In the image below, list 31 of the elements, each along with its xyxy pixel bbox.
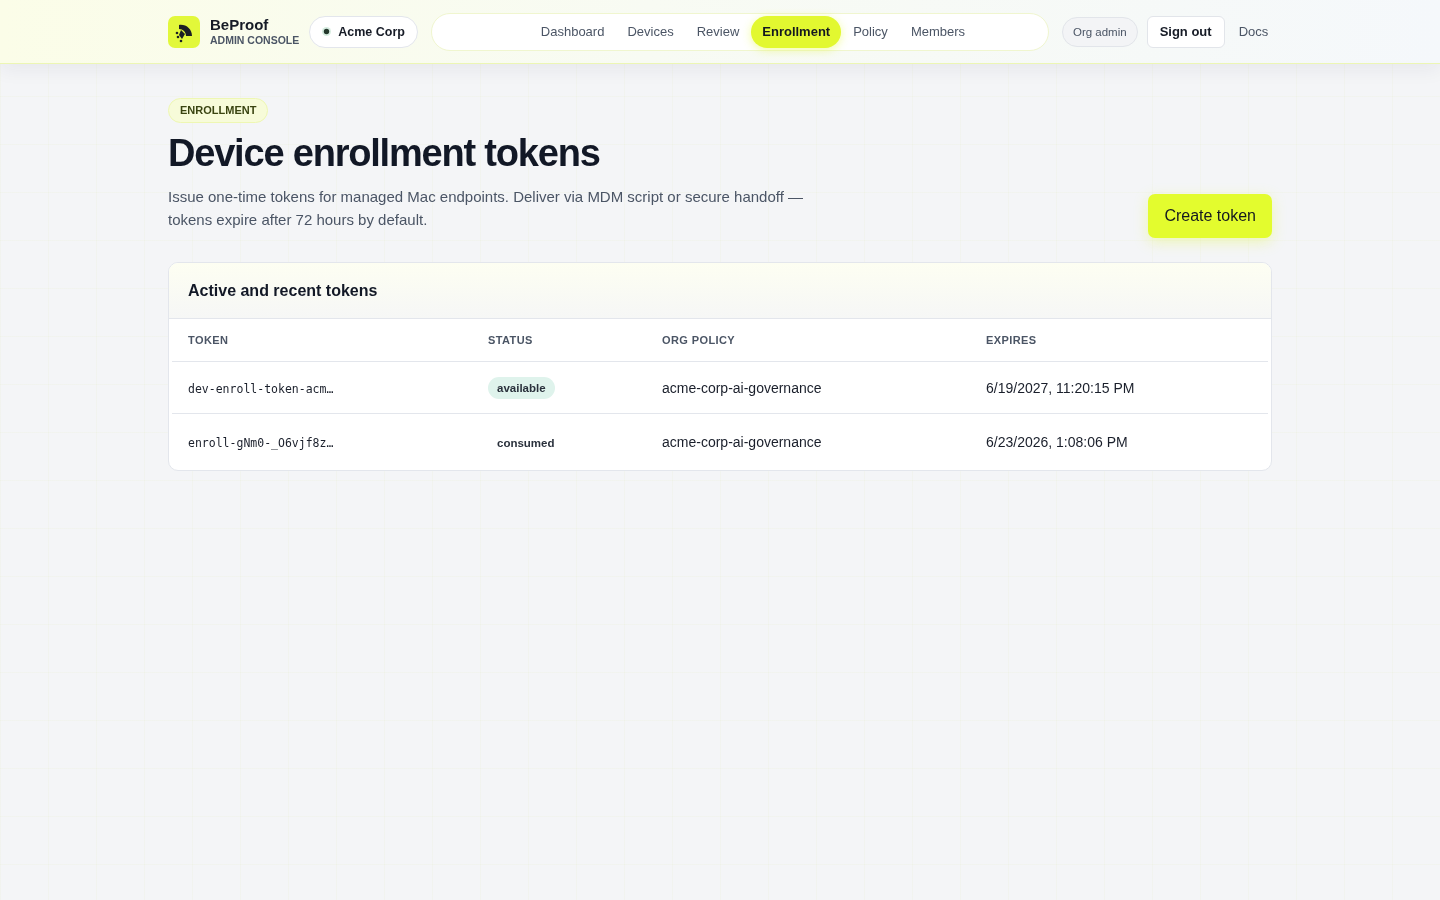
brand-subtitle: ADMIN CONSOLE: [210, 33, 300, 47]
nav-tab[interactable]: Policy: [842, 15, 899, 48]
page-description: Issue one-time tokens for managed Mac endpoints. Deliver via MDM script or secure handoff — tokens expire after 72 hours by default.: [168, 187, 804, 230]
policy-cell: acme-corp-ai-governance: [662, 379, 822, 396]
section-badge: ENROLLMENT: [168, 98, 269, 123]
nav-tab[interactable]: Review: [685, 15, 751, 48]
nav-tab[interactable]: Enrollment: [751, 15, 842, 48]
policy-cell: acme-corp-ai-governance: [662, 434, 822, 450]
nav-tab[interactable]: Dashboard: [529, 15, 616, 48]
column-header: ORG POLICY: [662, 334, 736, 346]
page-title: Device enrollment tokens: [168, 131, 600, 175]
status-dot-icon: [322, 27, 332, 36]
token-cell: enroll-gNm0-_O6vjf8z…: [188, 436, 334, 450]
nav-tab[interactable]: Devices: [616, 15, 685, 48]
sign-out-button[interactable]: Sign out: [1146, 15, 1225, 48]
logo-icon: [168, 15, 200, 48]
docs-link[interactable]: Docs: [1238, 24, 1269, 39]
column-header: EXPIRES: [986, 334, 1037, 346]
create-token-button[interactable]: Create token: [1148, 194, 1272, 238]
brand-name: BeProof: [210, 16, 269, 33]
card-title: Active and recent tokens: [188, 281, 378, 300]
nav-tab[interactable]: Members: [899, 15, 977, 48]
role-badge: Org admin: [1061, 16, 1138, 47]
status-badge: available: [488, 376, 555, 399]
token-cell: dev-enroll-token-acm…: [188, 381, 334, 396]
expires-cell: 6/19/2027, 11:20:15 PM: [986, 379, 1135, 396]
column-header: STATUS: [488, 334, 533, 346]
org-switcher[interactable]: Acme Corp: [309, 15, 418, 48]
status-text: consumed: [497, 437, 555, 449]
column-header: TOKEN: [188, 334, 229, 346]
expires-cell: 6/23/2026, 1:08:06 PM: [986, 434, 1128, 450]
